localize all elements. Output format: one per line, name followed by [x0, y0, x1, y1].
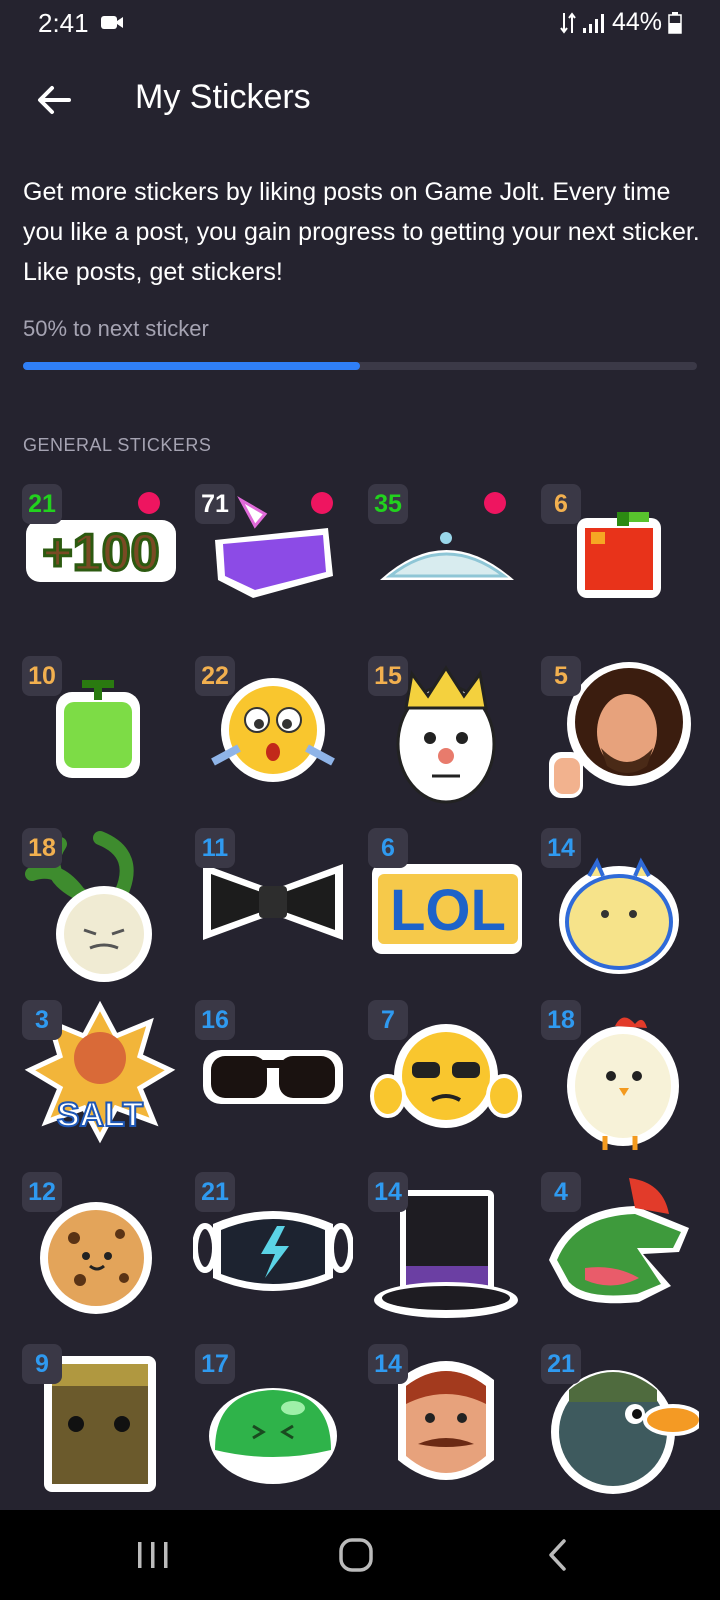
sticker-count-badge: 9: [22, 1344, 62, 1384]
new-sticker-dot: [311, 492, 333, 514]
sticker-item[interactable]: SALT 3: [20, 996, 180, 1156]
battery-percent: 44%: [611, 8, 662, 36]
sticker-count-badge: 4: [541, 1172, 581, 1212]
sticker-count-badge: 21: [22, 484, 62, 524]
sticker-item[interactable]: 5: [539, 652, 699, 812]
sticker-item[interactable]: LOL 6: [366, 824, 526, 984]
sticker-item[interactable]: 9: [20, 1340, 180, 1500]
sticker-item[interactable]: 15: [366, 652, 526, 812]
svg-text:SALT: SALT: [57, 1096, 143, 1134]
status-time: 2:41: [38, 8, 89, 38]
sticker-item[interactable]: 14: [366, 1168, 526, 1328]
svg-text:LOL: LOL: [390, 878, 506, 943]
sticker-count-badge: 3: [22, 1000, 62, 1040]
sticker-item[interactable]: 71: [193, 480, 353, 640]
home-button[interactable]: [316, 1525, 396, 1585]
sticker-count-badge: 10: [22, 656, 62, 696]
section-label: GENERAL STICKERS: [23, 435, 212, 455]
new-sticker-dot: [138, 492, 160, 514]
sticker-count-badge: 21: [541, 1344, 581, 1384]
back-nav-button[interactable]: [518, 1525, 598, 1585]
sticker-item[interactable]: 14: [539, 824, 699, 984]
sticker-item[interactable]: 10: [20, 652, 180, 812]
arrow-back-icon: [38, 86, 71, 114]
home-icon: [339, 1538, 373, 1572]
sticker-item[interactable]: 18: [539, 996, 699, 1156]
page-title: My Stickers: [135, 78, 311, 116]
sticker-count-badge: 12: [22, 1172, 62, 1212]
sticker-count-badge: 18: [22, 828, 62, 868]
sticker-count-badge: 14: [368, 1344, 408, 1384]
sticker-count-badge: 17: [195, 1344, 235, 1384]
progress-label: 50% to next sticker: [23, 316, 209, 341]
sticker-count-badge: 11: [195, 828, 235, 868]
sticker-item[interactable]: 17: [193, 1340, 353, 1500]
sticker-item[interactable]: 16: [193, 996, 353, 1156]
sticker-count-badge: 15: [368, 656, 408, 696]
sticker-count-badge: 5: [541, 656, 581, 696]
data-transfer-icon: [560, 11, 576, 34]
sticker-item[interactable]: 4: [539, 1168, 699, 1328]
sticker-item[interactable]: 7: [366, 996, 526, 1156]
sticker-item[interactable]: 14: [366, 1340, 526, 1500]
sticker-count-badge: 16: [195, 1000, 235, 1040]
status-bar: 2:41 44%: [0, 0, 720, 46]
sticker-item[interactable]: 11: [193, 824, 353, 984]
progress-bar: [23, 362, 697, 370]
app-bar: My Stickers: [0, 60, 720, 140]
sticker-count-badge: 14: [541, 828, 581, 868]
sticker-grid: +100 21 71 35 6 10 22 15 5 18 11 LOL 6 14 SALT 3 16 7 18 12…: [20, 480, 720, 1510]
recent-apps-button[interactable]: [113, 1525, 193, 1585]
sticker-item[interactable]: 12: [20, 1168, 180, 1328]
sticker-item[interactable]: 18: [20, 824, 180, 984]
sticker-item[interactable]: 35: [366, 480, 526, 640]
sticker-count-badge: 7: [368, 1000, 408, 1040]
back-chevron-icon: [549, 1539, 566, 1571]
recent-apps-icon: [138, 1542, 168, 1568]
sticker-count-badge: 21: [195, 1172, 235, 1212]
sticker-item[interactable]: 21: [539, 1340, 699, 1500]
signal-icon: [582, 13, 604, 33]
stickers-description: Get more stickers by liking posts on Gam…: [23, 178, 700, 286]
back-button[interactable]: [28, 74, 80, 126]
svg-text:+100: +100: [42, 524, 159, 582]
sticker-item[interactable]: 21: [193, 1168, 353, 1328]
sticker-item[interactable]: 22: [193, 652, 353, 812]
status-right: 44%: [560, 8, 682, 37]
sticker-count-badge: 71: [195, 484, 235, 524]
video-camera-icon: [101, 16, 123, 29]
sticker-item[interactable]: 6: [539, 480, 699, 640]
sticker-count-badge: 6: [541, 484, 581, 524]
sticker-count-badge: 35: [368, 484, 408, 524]
new-sticker-dot: [484, 492, 506, 514]
progress-bar-fill: [23, 362, 360, 370]
sticker-count-badge: 18: [541, 1000, 581, 1040]
sticker-count-badge: 6: [368, 828, 408, 868]
sticker-item[interactable]: +100 21: [20, 480, 180, 640]
sticker-count-badge: 22: [195, 656, 235, 696]
navigation-bar: [0, 1510, 720, 1600]
battery-icon: [668, 11, 682, 34]
sticker-count-badge: 14: [368, 1172, 408, 1212]
